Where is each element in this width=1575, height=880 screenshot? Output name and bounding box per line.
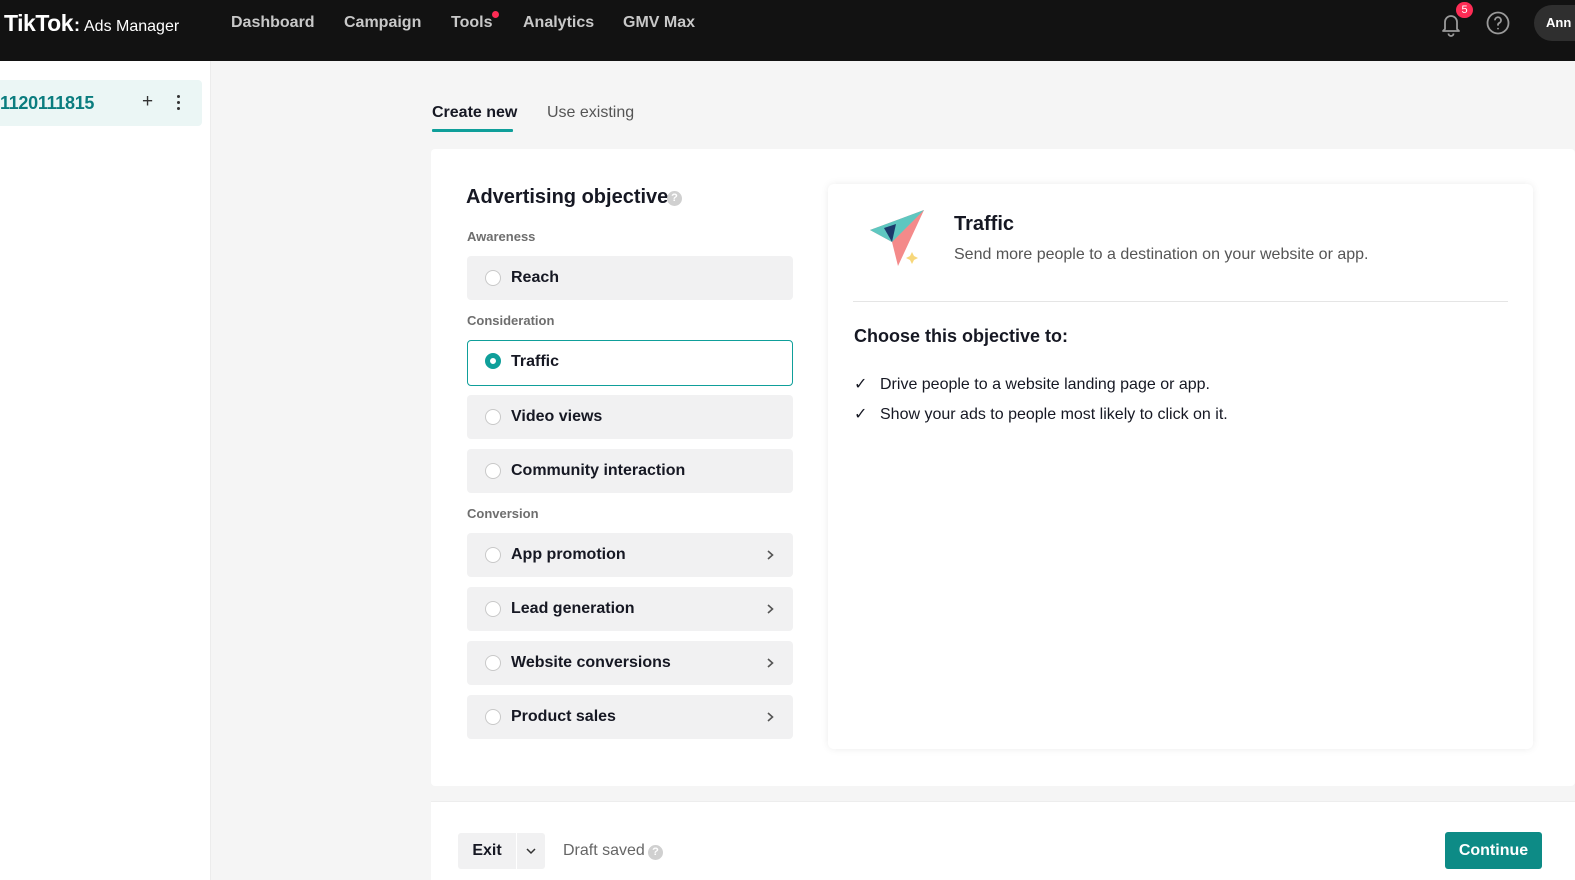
option-website-conversions[interactable]: Website conversions: [467, 641, 793, 685]
top-nav-bar: TikTok : Ads Manager Dashboard Campaign …: [0, 0, 1575, 61]
group-label-conversion: Conversion: [467, 506, 539, 521]
logo-separator: :: [74, 15, 80, 35]
nav-campaign[interactable]: Campaign: [344, 14, 421, 38]
user-avatar[interactable]: Ann: [1534, 5, 1575, 41]
option-label: Reach: [511, 269, 560, 286]
radio-button[interactable]: [485, 709, 501, 725]
checkmark-icon: ✓: [854, 406, 868, 423]
footer-bar: [431, 801, 1575, 880]
option-product-sales[interactable]: Product sales: [467, 695, 793, 739]
nav-tools-label: Tools: [451, 14, 493, 31]
paper-plane-icon: [870, 210, 924, 266]
option-label: Lead generation: [511, 600, 635, 617]
logo-subtitle: Ads Manager: [84, 18, 180, 35]
chevron-down-icon: [526, 848, 536, 855]
help-icon[interactable]: [1486, 11, 1510, 35]
draft-saved-status: Draft saved: [563, 842, 645, 859]
bullet-text: Drive people to a website landing page o…: [880, 376, 1210, 393]
nav-dashboard[interactable]: Dashboard: [231, 14, 315, 38]
option-community-interaction[interactable]: Community interaction: [467, 449, 793, 493]
chevron-right-icon: [767, 550, 774, 560]
exit-button[interactable]: Exit: [458, 833, 516, 869]
notification-count-badge: 5: [1456, 2, 1473, 18]
radio-button[interactable]: [485, 547, 501, 563]
nav-analytics[interactable]: Analytics: [523, 14, 594, 38]
option-label: Traffic: [511, 353, 560, 370]
option-label: Website conversions: [511, 654, 671, 671]
radio-button[interactable]: [485, 601, 501, 617]
option-label: Community interaction: [511, 462, 686, 479]
choose-objective-heading: Choose this objective to:: [854, 326, 1069, 346]
tools-notification-dot: [492, 11, 500, 18]
radio-button[interactable]: [485, 463, 501, 479]
chevron-right-icon: [767, 658, 774, 668]
logo-text: TikTok: [4, 10, 74, 36]
tiktok-ads-manager-logo[interactable]: TikTok : Ads Manager: [4, 10, 179, 37]
advertising-objective-title: Advertising objective: [466, 186, 669, 208]
option-reach[interactable]: Reach: [467, 256, 793, 300]
nav-tools[interactable]: Tools: [451, 11, 500, 38]
draft-help-icon[interactable]: ?: [648, 845, 663, 860]
option-video-views[interactable]: Video views: [467, 395, 793, 439]
option-label: Product sales: [511, 708, 616, 725]
chevron-right-icon: [767, 712, 774, 722]
option-lead-generation[interactable]: Lead generation: [467, 587, 793, 631]
panel-divider: [853, 301, 1508, 302]
radio-button-selected[interactable]: [485, 353, 501, 369]
benefit-bullet: ✓ Show your ads to people most likely to …: [854, 404, 1228, 424]
panel-description: Send more people to a destination on you…: [954, 246, 1369, 263]
active-tab-indicator: [432, 129, 513, 132]
radio-button[interactable]: [485, 270, 501, 286]
help-question-icon[interactable]: ?: [667, 191, 682, 206]
radio-button[interactable]: [485, 655, 501, 671]
option-app-promotion[interactable]: App promotion: [467, 533, 793, 577]
option-traffic[interactable]: Traffic: [467, 340, 793, 386]
nav-gmv-max[interactable]: GMV Max: [623, 14, 695, 38]
add-icon[interactable]: +: [142, 92, 153, 112]
sidebar-campaign-item[interactable]: 1120111815 +: [0, 80, 202, 126]
checkmark-icon: ✓: [854, 376, 868, 393]
more-vertical-icon[interactable]: [174, 92, 182, 112]
option-label: App promotion: [511, 546, 626, 563]
objective-detail-panel: [828, 184, 1533, 749]
radio-button[interactable]: [485, 409, 501, 425]
exit-dropdown-button[interactable]: [517, 833, 545, 869]
panel-title: Traffic: [954, 213, 1015, 235]
chevron-right-icon: [767, 604, 774, 614]
bullet-text: Show your ads to people most likely to c…: [880, 406, 1228, 423]
benefit-bullet: ✓ Drive people to a website landing page …: [854, 374, 1210, 394]
option-label: Video views: [511, 408, 603, 425]
campaign-name: 1120111815: [0, 93, 95, 113]
tab-use-existing[interactable]: Use existing: [547, 104, 634, 122]
continue-button[interactable]: Continue: [1445, 832, 1542, 869]
group-label-awareness: Awareness: [467, 229, 536, 244]
tab-create-new[interactable]: Create new: [432, 104, 517, 122]
group-label-consideration: Consideration: [467, 313, 555, 328]
sidebar: 1120111815 +: [0, 61, 211, 880]
